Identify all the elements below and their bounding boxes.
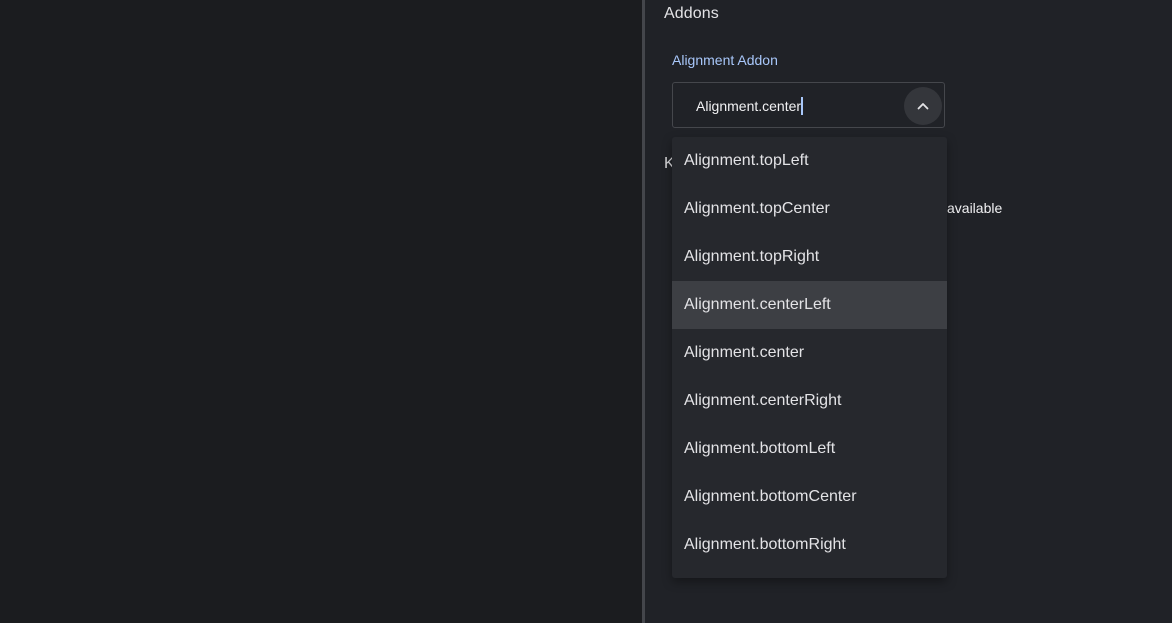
alignment-options-menu: Alignment.topLeft Alignment.topCenter Alig…: [672, 137, 947, 578]
dropdown-option[interactable]: Alignment.topCenter: [672, 185, 947, 233]
background-text-partial: available: [947, 200, 1003, 216]
alignment-addon-label: Alignment Addon: [672, 52, 778, 68]
dropdown-option[interactable]: Alignment.topRight: [672, 233, 947, 281]
alignment-addon-select[interactable]: Alignment.center: [672, 82, 945, 128]
dropdown-option[interactable]: Alignment.centerLeft: [672, 281, 947, 329]
addons-section-title: Addons: [664, 5, 719, 22]
dropdown-option[interactable]: Alignment.centerRight: [672, 377, 947, 425]
dropdown-toggle-button[interactable]: [904, 87, 942, 125]
alignment-addon-value: Alignment.center: [696, 98, 802, 114]
dropdown-option[interactable]: Alignment.bottomLeft: [672, 425, 947, 473]
app-root: Addons Alignment Addon Alignment.center …: [0, 0, 1172, 623]
dropdown-option[interactable]: Alignment.center: [672, 329, 947, 377]
text-caret: [801, 97, 803, 115]
chevron-up-icon: [917, 103, 929, 110]
dropdown-option[interactable]: Alignment.bottomCenter: [672, 473, 947, 521]
dropdown-option[interactable]: Alignment.bottomRight: [672, 521, 947, 569]
alignment-addon-input[interactable]: Alignment.center: [696, 97, 803, 115]
options-list: Alignment.topLeft Alignment.topCenter Alig…: [672, 137, 947, 569]
dropdown-option[interactable]: Alignment.topLeft: [672, 137, 947, 185]
preview-canvas: [0, 0, 642, 623]
